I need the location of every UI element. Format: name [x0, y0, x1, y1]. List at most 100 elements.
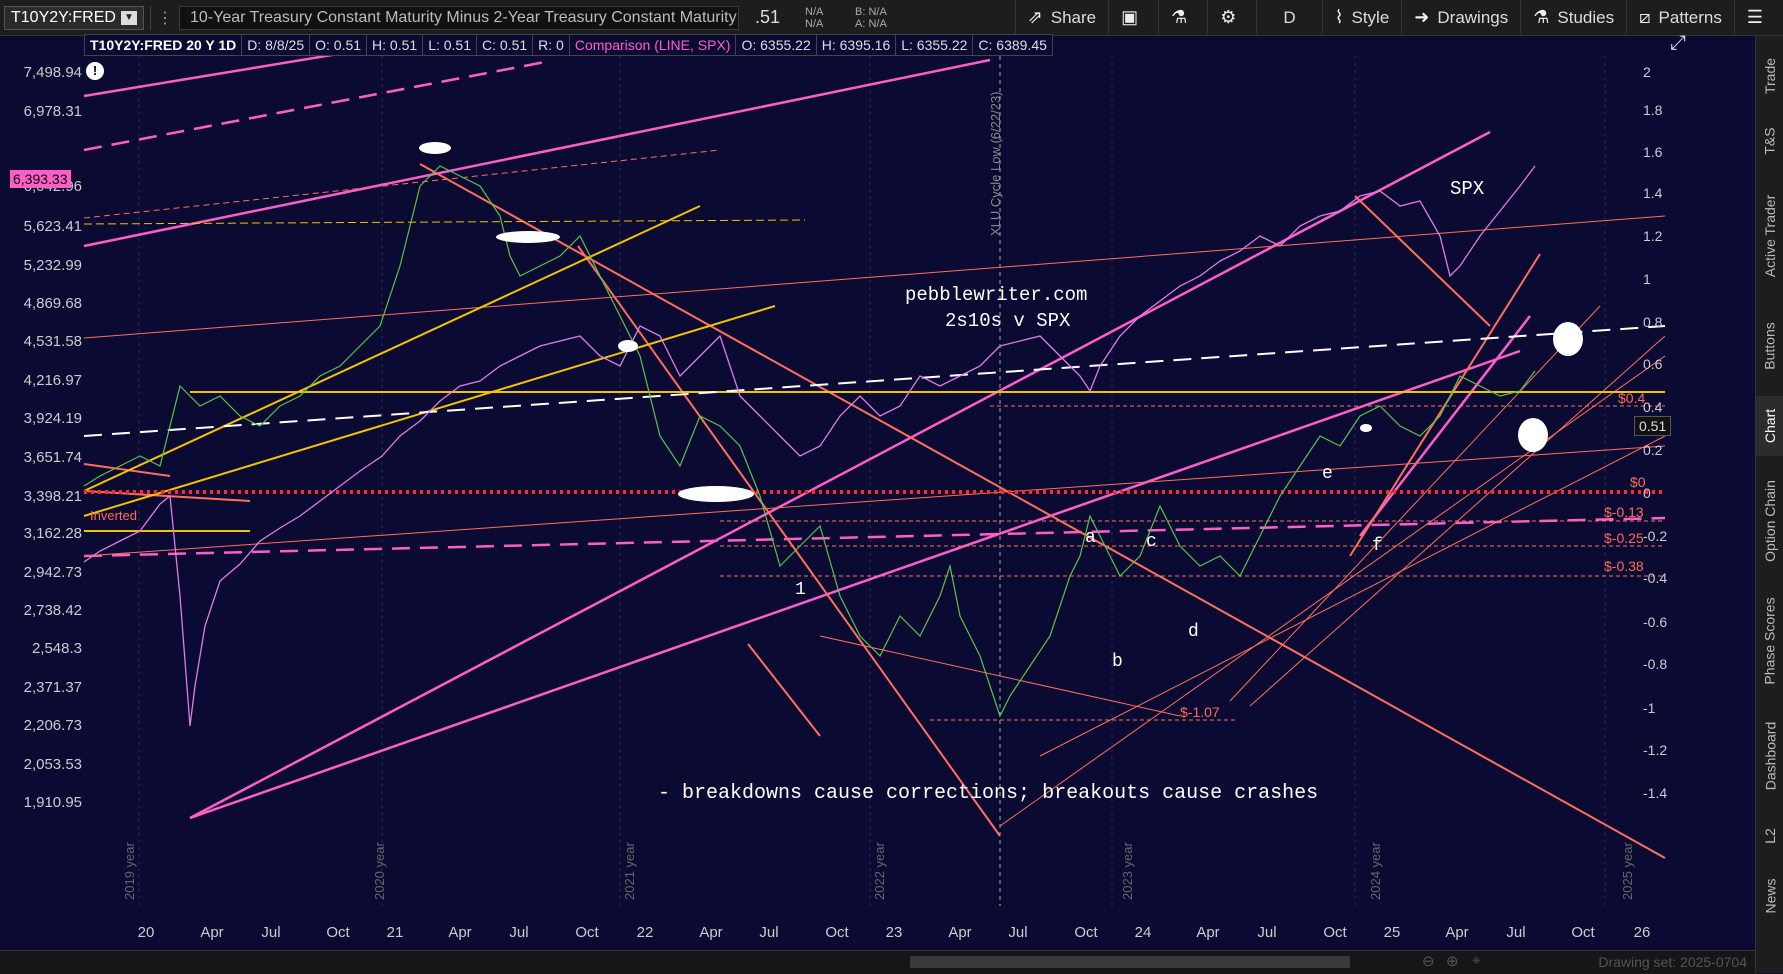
x-axis-label: Apr — [1445, 924, 1469, 941]
header-comparison[interactable]: Comparison (LINE, SPX) — [569, 34, 737, 56]
left-axis-label: 3,162.28 — [23, 525, 82, 542]
bid-ask: B: N/A A: N/A — [855, 6, 905, 30]
patterns-label: Patterns — [1658, 7, 1722, 27]
header-low: L: 0.51 — [423, 34, 478, 56]
header-date: D: 8/8/25 — [242, 34, 311, 56]
x-axis-label: Jul — [759, 924, 779, 941]
drawings-label: Drawings — [1437, 7, 1509, 27]
header-comparison-low: L: 6355.22 — [896, 34, 974, 56]
bottom-scrollbar: ⊖ ⊕ ⌖ Drawing set: 2025-0704 — [0, 950, 1755, 974]
x-axis-label: Apr — [1196, 924, 1220, 941]
right-axis-label: -1.4 — [1643, 785, 1668, 801]
orange-thin-line — [1229, 305, 1601, 702]
level-label: $-0.38 — [1604, 558, 1644, 574]
last-value-badge: 0.51 — [1634, 416, 1672, 436]
tab-label: Buttons — [1762, 322, 1779, 370]
tab-ts[interactable]: T&S — [1756, 116, 1783, 166]
left-axis-label: 7,498.94 — [23, 64, 82, 81]
drag-handle-icon[interactable]: ⋮ — [157, 8, 173, 28]
crosshair-icon[interactable]: ⌖ — [1472, 952, 1480, 969]
menu-button[interactable]: ☰ — [1733, 0, 1783, 36]
zoom-out-icon[interactable]: ⊖ — [1422, 952, 1435, 970]
tab-l2[interactable]: L2 — [1756, 816, 1783, 856]
studies-flask-button[interactable]: ⚗ — [1158, 0, 1207, 36]
chart-area[interactable]: T10Y2Y:FRED 20 Y 1D D: 8/8/25 O: 0.51 H:… — [0, 32, 1755, 973]
chart-canvas[interactable] — [0, 36, 1755, 950]
right-axis-label: 1.4 — [1643, 185, 1663, 201]
tab-active-trader[interactable]: Active Trader — [1756, 176, 1783, 296]
x-axis-label: Oct — [575, 924, 599, 941]
ask-value: A: N/A — [855, 17, 887, 30]
separator — [150, 5, 151, 30]
studies-button[interactable]: ⚗ Studies — [1520, 0, 1626, 36]
left-axis-label: 3,924.19 — [23, 410, 82, 427]
right-axis-label: 1.6 — [1643, 144, 1663, 160]
right-axis-label: 0.2 — [1643, 442, 1663, 458]
tab-option-chain[interactable]: Option Chain — [1756, 466, 1783, 576]
header-high: H: 0.51 — [367, 34, 424, 56]
left-axis-label: 5,232.99 — [23, 257, 82, 274]
right-axis-label: -0.2 — [1643, 528, 1668, 544]
collapse-icon[interactable]: ⤢ — [1670, 32, 1686, 55]
right-axis-label: 0.4 — [1643, 399, 1663, 415]
x-axis-label: 23 — [885, 924, 903, 941]
left-axis-label: 2,371.37 — [23, 679, 82, 696]
last-price: .51 — [755, 7, 781, 27]
tab-trade[interactable]: Trade — [1756, 46, 1783, 106]
symbol-text: T10Y2Y:FRED — [11, 8, 116, 26]
right-axis-label: -0.4 — [1643, 570, 1668, 586]
share-button[interactable]: ⇗ Share — [1014, 0, 1108, 36]
tab-label: News — [1762, 878, 1779, 914]
settings-button[interactable]: ⚙ — [1207, 0, 1256, 36]
x-axis-label: Apr — [699, 924, 723, 941]
x-axis-label: 24 — [1134, 924, 1152, 941]
header-open: O: 0.51 — [310, 34, 368, 56]
arrow-right-icon: ➜ — [1414, 7, 1430, 27]
style-button[interactable]: ⌇ Style — [1321, 0, 1402, 36]
header-close: C: 0.51 — [477, 34, 534, 56]
orange-thin-line — [1039, 435, 1666, 757]
tab-phase-scores[interactable]: Phase Scores — [1756, 586, 1783, 696]
x-axis-label: 25 — [1383, 924, 1401, 941]
year-label: 2020 year — [372, 842, 387, 900]
tab-label: Dashboard — [1762, 721, 1778, 791]
zoom-in-icon[interactable]: ⊕ — [1446, 952, 1459, 970]
tab-chart[interactable]: Chart — [1756, 396, 1783, 456]
chart-settings-button[interactable]: ▣ — [1108, 0, 1158, 36]
symbol-selector[interactable]: T10Y2Y:FRED ▼ — [4, 5, 144, 30]
yellow-trend-line — [83, 205, 701, 492]
info-alert-icon[interactable]: ! — [86, 62, 104, 80]
level-label: $-0.25 — [1604, 530, 1644, 546]
tab-news[interactable]: News — [1756, 866, 1783, 926]
level-label: $0.4 — [1618, 390, 1646, 406]
patterns-button[interactable]: ⧄ Patterns — [1626, 0, 1734, 36]
tab-label: Active Trader — [1762, 194, 1779, 278]
drawings-button[interactable]: ➜ Drawings — [1401, 0, 1520, 36]
wave-label-c: c — [1146, 532, 1157, 552]
tab-label: T&S — [1761, 127, 1778, 155]
change-value: N/A — [805, 5, 824, 18]
header-symbol[interactable]: T10Y2Y:FRED 20 Y 1D — [84, 34, 243, 56]
flask-icon: ⚗ — [1533, 7, 1550, 27]
tab-label: Trade — [1762, 57, 1778, 95]
pink-trend-line — [1359, 315, 1531, 537]
tab-buttons[interactable]: Buttons — [1756, 306, 1783, 386]
x-axis-label: Jul — [261, 924, 281, 941]
spx-comparison-line — [83, 165, 1536, 727]
x-axis-label: Jul — [1506, 924, 1526, 941]
right-axis-label: -0.6 — [1643, 614, 1668, 630]
orange-trend-line — [747, 643, 821, 737]
level-label: $-0.13 — [1604, 504, 1644, 520]
wave-label-e: e — [1322, 464, 1333, 484]
chart-scroll-thumb[interactable] — [910, 956, 1350, 968]
tab-label: L2 — [1761, 828, 1778, 844]
orange-thin-line — [83, 445, 1666, 557]
yield-spread-line — [83, 165, 1536, 718]
right-axis-label: 0.6 — [1643, 356, 1663, 372]
orange-trend-line — [83, 463, 171, 477]
bid-value: B: N/A — [855, 5, 887, 18]
period-button[interactable]: D — [1256, 0, 1321, 36]
tab-dashboard[interactable]: Dashboard — [1756, 706, 1783, 806]
wave-label-b: b — [1112, 652, 1123, 672]
pink-trend-line — [83, 58, 991, 248]
